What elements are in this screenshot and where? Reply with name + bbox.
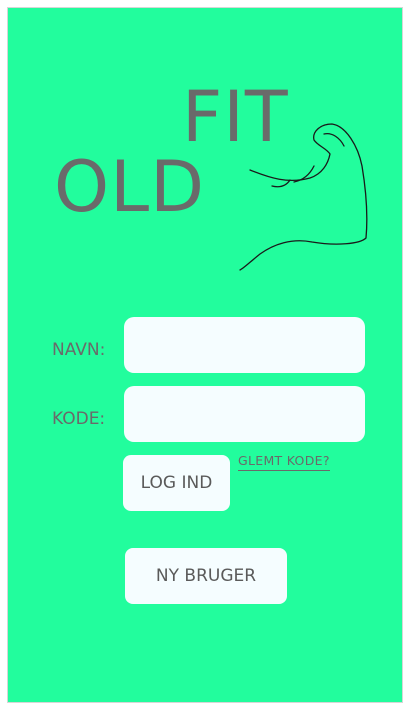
login-button[interactable]: LOG IND [123,455,230,511]
new-user-button[interactable]: NY BRUGER [125,548,287,604]
logo-word-old: OLD [54,146,205,228]
name-input[interactable] [124,317,365,373]
flexed-arm-icon [239,123,368,271]
password-input[interactable] [124,386,365,442]
code-label: KODE: [52,409,106,429]
forgot-password-link[interactable]: GLEMT KODE? [238,454,330,471]
name-label: NAVN: [52,340,106,360]
app-screen: FIT OLD NAVN: KODE: LOG IND GLEMT KODE? … [7,7,403,703]
